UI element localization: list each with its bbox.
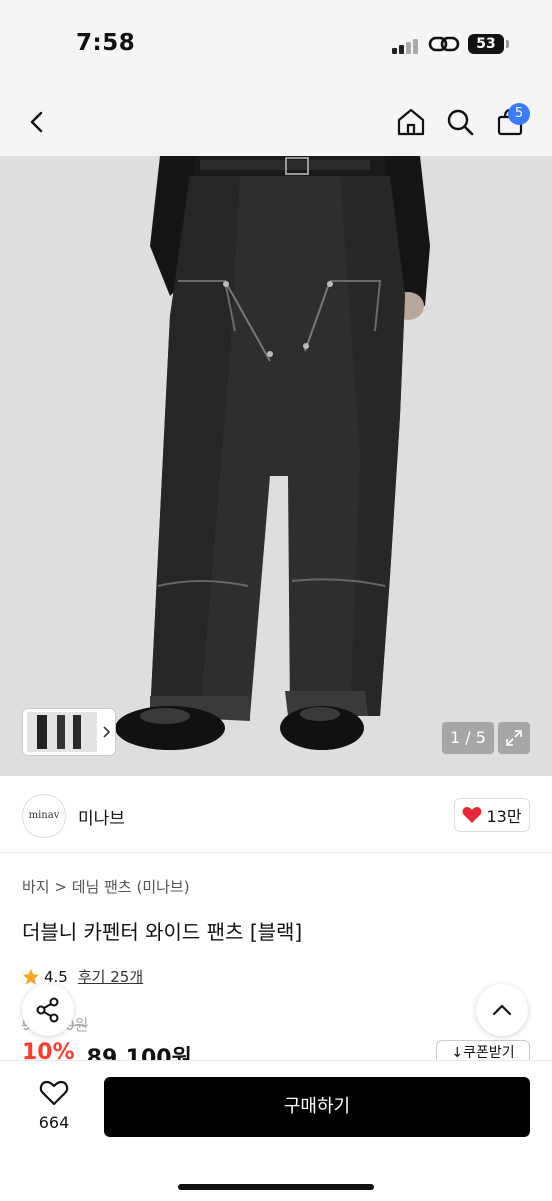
product-photo-jeans bbox=[0, 156, 552, 776]
breadcrumb: 바지 > 데님 팬츠 (미나브) bbox=[22, 876, 190, 897]
heart-outline-icon bbox=[39, 1080, 69, 1106]
home-indicator bbox=[178, 1184, 374, 1190]
share-icon bbox=[36, 997, 59, 1023]
chevron-right-icon: > bbox=[54, 878, 72, 896]
hotspot-link-icon bbox=[428, 36, 460, 52]
buy-button[interactable]: 구매하기 bbox=[104, 1077, 530, 1137]
product-image[interactable] bbox=[0, 156, 552, 776]
nav-bar bbox=[0, 90, 552, 156]
brand-row: minav 미나브 13만 bbox=[0, 778, 552, 853]
bottom-action-bar: 664 구매하기 bbox=[0, 1060, 552, 1201]
brand-logo[interactable]: minav bbox=[22, 794, 66, 838]
reviews-link[interactable]: 후기 25개 bbox=[78, 966, 143, 987]
heart-filled-icon bbox=[463, 807, 482, 823]
thumbnail-image bbox=[27, 712, 97, 752]
thumbnail-preview-button[interactable] bbox=[22, 708, 116, 756]
wishlist-count: 664 bbox=[38, 1113, 70, 1132]
brand-name[interactable]: 미나브 bbox=[78, 804, 125, 829]
chevron-left-icon bbox=[30, 111, 43, 133]
status-time: 7:58 bbox=[76, 30, 136, 56]
sale-price: 89,100원 bbox=[86, 1046, 192, 1060]
chevron-up-icon bbox=[492, 1004, 512, 1016]
signal-icon bbox=[392, 38, 420, 54]
scroll-top-button[interactable] bbox=[476, 984, 528, 1036]
share-button[interactable] bbox=[22, 984, 74, 1036]
search-button[interactable] bbox=[438, 100, 482, 144]
home-icon bbox=[397, 108, 425, 136]
status-bar: 7:58 53 bbox=[0, 0, 552, 90]
coupon-button[interactable]: ↓쿠폰받기 bbox=[436, 1040, 530, 1061]
cart-badge: 5 bbox=[508, 103, 530, 125]
wishlist-button[interactable]: 664 bbox=[24, 1079, 84, 1132]
breadcrumb-item-denim[interactable]: 데님 팬츠 (미나브) bbox=[72, 878, 190, 896]
battery-tip bbox=[506, 40, 509, 48]
brand-like-button[interactable]: 13만 bbox=[454, 798, 530, 832]
back-button[interactable] bbox=[16, 100, 60, 144]
search-icon bbox=[447, 109, 474, 136]
expand-icon bbox=[506, 730, 522, 746]
breadcrumb-item-pants[interactable]: 바지 bbox=[22, 878, 50, 896]
battery-icon: 53 bbox=[468, 34, 504, 54]
discount-rate: 10% bbox=[22, 1040, 75, 1060]
star-icon bbox=[22, 968, 40, 985]
chevron-right-icon bbox=[103, 726, 111, 738]
product-title: 더블니 카펜터 와이드 팬츠 [블랙] bbox=[22, 920, 303, 944]
price-row: 10% 89,100원 bbox=[22, 1040, 192, 1060]
expand-button[interactable] bbox=[498, 722, 530, 754]
brand-like-count: 13만 bbox=[486, 807, 522, 826]
home-button[interactable] bbox=[389, 100, 433, 144]
rating-value: 4.5 bbox=[44, 967, 68, 986]
rating-row: 4.5 후기 25개 bbox=[22, 966, 143, 987]
gallery-counter: 1 / 5 bbox=[442, 722, 494, 754]
